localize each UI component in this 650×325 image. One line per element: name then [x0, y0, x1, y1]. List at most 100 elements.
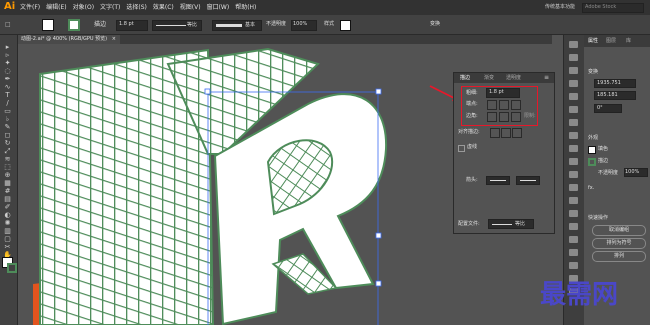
paragraph-panel-icon[interactable]	[569, 249, 578, 256]
tab-layers[interactable]: 图层	[606, 38, 616, 44]
close-tab-icon[interactable]: ×	[112, 36, 116, 42]
gradient-panel-icon[interactable]	[569, 145, 578, 152]
curvature-tool-icon[interactable]: ∿	[3, 83, 12, 91]
tab-stroke[interactable]: 描边	[460, 75, 470, 81]
menu-item[interactable]: 文件(F)	[20, 4, 40, 11]
watermark: 最需网	[540, 280, 619, 310]
appearance-fill-swatch[interactable]	[588, 146, 596, 154]
projecting-cap-button[interactable]	[511, 100, 521, 110]
arrange-button[interactable]: 排列	[592, 251, 646, 262]
fx-button[interactable]: fx.	[588, 185, 594, 191]
artboard-tool-icon[interactable]: ▢	[3, 235, 12, 243]
perspective-tool-icon[interactable]: ▦	[3, 179, 12, 187]
tab-libraries[interactable]: 库	[626, 38, 631, 44]
blend-tool-icon[interactable]: ◐	[3, 211, 12, 219]
libraries-panel-icon[interactable]	[569, 67, 578, 74]
stroke-panel: 描边 渐变 透明度 ≡ 粗细: 1.8 pt 端点: 边角: 限制: 对齐描边:…	[453, 72, 555, 234]
menu-item[interactable]: 帮助(H)	[235, 4, 256, 11]
align-center-button[interactable]	[490, 128, 500, 138]
transparency-panel-icon[interactable]	[569, 158, 578, 165]
workspace-switcher[interactable]: 传统基本功能	[545, 4, 575, 10]
round-join-button[interactable]	[499, 112, 509, 122]
miter-join-button[interactable]	[487, 112, 497, 122]
width-tool-icon[interactable]: ≋	[3, 155, 12, 163]
menu-item[interactable]: 视图(V)	[180, 4, 201, 11]
free-transform-tool-icon[interactable]: ⬚	[3, 163, 12, 171]
mesh-tool-icon[interactable]: #	[3, 187, 12, 195]
opacity-field[interactable]: 100%	[291, 20, 317, 31]
links-panel-icon[interactable]	[569, 262, 578, 269]
menu-item[interactable]: 对象(O)	[73, 4, 94, 11]
align-inside-button[interactable]	[501, 128, 511, 138]
fill-swatch[interactable]	[42, 19, 54, 31]
butt-cap-button[interactable]	[487, 100, 497, 110]
appearance-panel-icon[interactable]	[569, 171, 578, 178]
rotate-tool-icon[interactable]: ↻	[3, 139, 12, 147]
bevel-join-button[interactable]	[511, 112, 521, 122]
scale-tool-icon[interactable]: ⤢	[3, 147, 12, 155]
tab-properties[interactable]: 属性	[588, 38, 598, 44]
dashed-checkbox[interactable]	[458, 145, 465, 152]
stroke-swatch[interactable]	[68, 19, 80, 31]
menu-item[interactable]: 选择(S)	[126, 4, 147, 11]
ungroup-button[interactable]: 取消编组	[592, 225, 646, 236]
menu-item[interactable]: 编辑(E)	[46, 4, 66, 11]
pathfinder-panel-icon[interactable]	[569, 210, 578, 217]
slice-tool-icon[interactable]: ✂	[3, 243, 12, 251]
pencil-tool-icon[interactable]: ✎	[3, 123, 12, 131]
style-swatch[interactable]	[340, 20, 351, 31]
start-arrowhead-select[interactable]	[486, 176, 510, 185]
appearance-opacity-field[interactable]: 100%	[624, 168, 648, 177]
pen-tool-icon[interactable]: ✒	[3, 75, 12, 83]
stock-search-input[interactable]: Adobe Stock	[582, 3, 644, 13]
direct-selection-tool-icon[interactable]: ▹	[3, 51, 12, 59]
graphic-styles-panel-icon[interactable]	[569, 184, 578, 191]
end-arrowhead-select[interactable]	[516, 176, 540, 185]
rectangle-tool-icon[interactable]: ▭	[3, 107, 12, 115]
x-field[interactable]: 1935.751	[594, 79, 636, 88]
magic-wand-tool-icon[interactable]: ✦	[3, 59, 12, 67]
properties-panel-icon[interactable]	[569, 41, 578, 48]
eyedropper-tool-icon[interactable]: ✐	[3, 203, 12, 211]
swatches-panel-icon[interactable]	[569, 93, 578, 100]
tools-panel: ▸▹✦◌✒∿T/▭♭✎◻↻⤢≋⬚⊕▦#▤✐◐✺▥▢✂✋⌕	[0, 35, 18, 325]
layers-panel-icon[interactable]	[569, 54, 578, 61]
gradient-tool-icon[interactable]: ▤	[3, 195, 12, 203]
symbols-panel-icon[interactable]	[569, 119, 578, 126]
character-panel-icon[interactable]	[569, 236, 578, 243]
transform-link[interactable]: 变换	[430, 21, 440, 27]
round-cap-button[interactable]	[499, 100, 509, 110]
angle-field[interactable]: 0°	[594, 104, 622, 113]
tab-transparency[interactable]: 透明度	[506, 75, 521, 81]
lasso-tool-icon[interactable]: ◌	[3, 67, 12, 75]
eraser-tool-icon[interactable]: ◻	[3, 131, 12, 139]
stroke-weight-field[interactable]: 1.8 pt	[116, 20, 148, 31]
arrange-symbol-button[interactable]: 排列为符号	[592, 238, 646, 249]
weight-field[interactable]: 1.8 pt	[486, 88, 520, 98]
symbol-sprayer-tool-icon[interactable]: ✺	[3, 219, 12, 227]
align-panel-icon[interactable]	[569, 197, 578, 204]
transform-panel-icon[interactable]	[569, 223, 578, 230]
type-tool-icon[interactable]: T	[3, 91, 12, 99]
paintbrush-tool-icon[interactable]: ♭	[3, 115, 12, 123]
color-panel-icon[interactable]	[569, 80, 578, 87]
variable-width-profile[interactable]: 等比	[152, 20, 202, 31]
shape-builder-tool-icon[interactable]: ⊕	[3, 171, 12, 179]
y-field[interactable]: 185.181	[594, 91, 636, 100]
brushes-panel-icon[interactable]	[569, 106, 578, 113]
stroke-panel-icon[interactable]	[569, 132, 578, 139]
graph-tool-icon[interactable]: ▥	[3, 227, 12, 235]
menu-item[interactable]: 效果(C)	[153, 4, 174, 11]
align-outside-button[interactable]	[512, 128, 522, 138]
line-tool-icon[interactable]: /	[3, 99, 12, 107]
selection-tool-icon[interactable]: ▸	[3, 43, 12, 51]
fill-stroke-widget[interactable]	[2, 257, 17, 273]
tab-gradient[interactable]: 渐变	[484, 75, 494, 81]
menu-item[interactable]: 窗口(W)	[207, 4, 230, 11]
profile-select[interactable]: 等比	[488, 219, 534, 229]
menu-item[interactable]: 文字(T)	[100, 4, 120, 11]
panel-menu-icon[interactable]: ≡	[544, 74, 549, 81]
brush-definition[interactable]: 基本	[212, 20, 262, 31]
arrowheads-label: 箭头:	[466, 177, 478, 183]
appearance-stroke-swatch[interactable]	[588, 158, 596, 166]
